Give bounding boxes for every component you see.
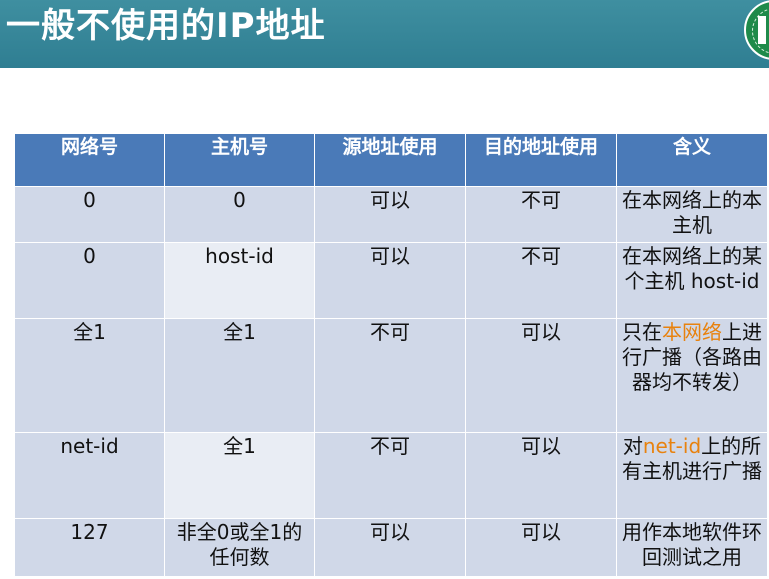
table-row: 全1 全1 不可 可以 只在本网络上进行广播（各路由器均不转发） xyxy=(14,318,768,433)
header-source: 源地址使用 xyxy=(314,133,466,187)
cell-source: 可以 xyxy=(314,186,466,243)
ip-address-table: 网络号 主机号 源地址使用 目的地址使用 含义 0 0 可以 不可 在本网络上的… xyxy=(14,133,768,577)
table-row: 0 0 可以 不可 在本网络上的本主机 xyxy=(14,186,768,243)
cell-meaning: 只在本网络上进行广播（各路由器均不转发） xyxy=(616,318,768,433)
title-bar: 一般不使用的IP地址 xyxy=(0,0,769,68)
cell-host: 全1 xyxy=(164,318,315,433)
cell-source: 可以 xyxy=(314,242,466,319)
cell-host: 全1 xyxy=(164,432,315,519)
header-network: 网络号 xyxy=(14,133,165,187)
table-row: 127 非全0或全1的任何数 可以 可以 用作本地软件环回测试之用 xyxy=(14,518,768,577)
cell-meaning: 在本网络上的某个主机 host-id xyxy=(616,242,768,319)
cell-meaning: 对net-id上的所有主机进行广播 xyxy=(616,432,768,519)
cell-destination: 可以 xyxy=(465,318,617,433)
seal-mark xyxy=(758,16,766,44)
cell-host: 0 xyxy=(164,186,315,243)
cell-meaning: 在本网络上的本主机 xyxy=(616,186,768,243)
table-header-row: 网络号 主机号 源地址使用 目的地址使用 含义 xyxy=(14,133,768,187)
meaning-text-pre: 对 xyxy=(622,434,643,458)
cell-host: 非全0或全1的任何数 xyxy=(164,518,315,577)
cell-destination: 可以 xyxy=(465,432,617,519)
cell-network: 127 xyxy=(14,518,165,577)
header-destination: 目的地址使用 xyxy=(465,133,617,187)
cell-destination: 可以 xyxy=(465,518,617,577)
cell-meaning: 用作本地软件环回测试之用 xyxy=(616,518,768,577)
cell-network: net-id xyxy=(14,432,165,519)
cell-source: 不可 xyxy=(314,432,466,519)
slide-title: 一般不使用的IP地址 xyxy=(6,6,326,46)
cell-network: 0 xyxy=(14,242,165,319)
header-meaning: 含义 xyxy=(616,133,768,187)
cell-host: host-id xyxy=(164,242,315,319)
meaning-text: 用作本地软件环回测试之用 xyxy=(622,520,762,569)
meaning-highlight: net-id xyxy=(642,434,702,458)
cell-destination: 不可 xyxy=(465,242,617,319)
table-row: net-id 全1 不可 可以 对net-id上的所有主机进行广播 xyxy=(14,432,768,519)
meaning-text-pre: 只在 xyxy=(622,320,662,344)
cell-destination: 不可 xyxy=(465,186,617,243)
header-host: 主机号 xyxy=(164,133,315,187)
cell-network: 0 xyxy=(14,186,165,243)
cell-network: 全1 xyxy=(14,318,165,433)
cell-source: 可以 xyxy=(314,518,466,577)
meaning-text: 在本网络上的本主机 xyxy=(622,188,762,237)
table-row: 0 host-id 可以 不可 在本网络上的某个主机 host-id xyxy=(14,242,768,319)
meaning-highlight: 本网络 xyxy=(662,320,722,344)
meaning-text: 在本网络上的某个主机 host-id xyxy=(622,244,762,293)
cell-source: 不可 xyxy=(314,318,466,433)
